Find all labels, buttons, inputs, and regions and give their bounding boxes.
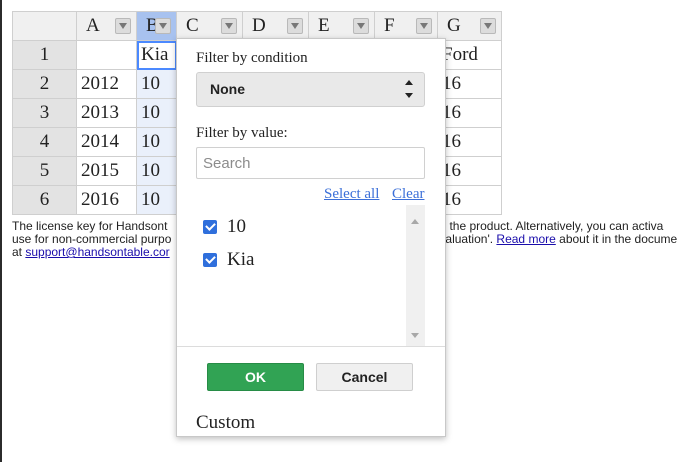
condition-select[interactable]: None [196,72,425,107]
column-header-f[interactable]: F [374,11,438,41]
cancel-button[interactable]: Cancel [316,363,413,391]
select-arrows-icon [405,80,413,98]
search-input[interactable] [196,147,425,179]
cell[interactable]: 2014 [76,127,137,157]
list-item-label: Kia [227,249,255,270]
read-more-link[interactable]: Read more [496,232,555,246]
column-header-e[interactable]: E [308,11,375,41]
row-header[interactable]: 6 [12,185,77,215]
column-header-label: A [86,15,100,36]
filter-dropdown-menu: Filter by condition None Filter by value… [176,38,446,437]
column-header-label: E [318,15,330,36]
list-item[interactable]: 10 [203,216,246,238]
column-header-row: A B C D E F G [12,11,502,41]
checkbox-checked-icon[interactable] [203,220,217,234]
license-text: use for non-commercial purpo [12,232,172,246]
column-g-dropdown-icon[interactable] [480,18,496,34]
license-text: valuation'. [439,232,494,246]
row-header[interactable]: 2 [12,69,77,99]
scroll-down-icon[interactable] [411,333,419,338]
support-email-link[interactable]: support@handsontable.cor [25,245,169,259]
scroll-up-icon[interactable] [411,219,419,224]
column-header-a[interactable]: A [76,11,137,41]
column-d-dropdown-icon[interactable] [287,18,303,34]
column-f-dropdown-icon[interactable] [416,18,432,34]
row-header[interactable]: 4 [12,127,77,157]
ok-button[interactable]: OK [207,363,304,391]
column-header-label: D [252,15,266,36]
cell[interactable]: 2012 [76,69,137,99]
cell[interactable]: 10 [136,185,177,215]
cell[interactable]: 16 [437,185,502,215]
select-all-link[interactable]: Select all [324,186,379,203]
row-header[interactable]: 5 [12,156,77,186]
checkbox-checked-icon[interactable] [203,253,217,267]
cell[interactable]: 2013 [76,98,137,128]
cell[interactable]: 10 [136,98,177,128]
column-e-dropdown-icon[interactable] [353,18,369,34]
cell[interactable]: 2016 [76,185,137,215]
cell[interactable]: 16 [437,69,502,99]
condition-select-value: None [210,81,245,97]
column-b-dropdown-icon[interactable] [155,18,171,34]
custom-menu-item[interactable]: Custom [196,412,255,434]
cell[interactable]: 2015 [76,156,137,186]
column-header-label: F [384,15,395,36]
clear-link[interactable]: Clear [392,186,424,203]
cell[interactable]: 10 [136,156,177,186]
cell[interactable]: 10 [136,127,177,157]
column-header-label: G [447,15,461,36]
active-cell[interactable]: Kia [136,40,177,70]
column-a-dropdown-icon[interactable] [115,18,131,34]
row-header[interactable]: 3 [12,98,77,128]
cell[interactable]: 16 [437,127,502,157]
value-list: 10 Kia [196,205,425,346]
value-list-scrollbar[interactable] [406,205,425,346]
column-header-c[interactable]: C [176,11,243,41]
cell[interactable]: 16 [437,156,502,186]
column-c-dropdown-icon[interactable] [221,18,237,34]
column-header-b[interactable]: B [136,11,177,41]
divider [177,346,445,347]
license-text: at [12,245,23,259]
filter-by-value-label: Filter by value: [196,125,288,141]
window-edge [0,0,2,462]
list-item[interactable]: Kia [203,249,254,271]
row-header[interactable]: 1 [12,40,77,70]
column-header-d[interactable]: D [242,11,309,41]
corner-cell[interactable] [12,11,77,41]
column-header-label: C [186,15,199,36]
list-item-label: 10 [227,216,246,237]
cell[interactable] [76,40,137,70]
cell[interactable]: Ford [437,40,502,70]
filter-by-condition-label: Filter by condition [196,50,308,66]
license-text: about it in the docume [559,232,678,246]
cell[interactable]: 10 [136,69,177,99]
column-header-g[interactable]: G [437,11,502,41]
cell[interactable]: 16 [437,98,502,128]
